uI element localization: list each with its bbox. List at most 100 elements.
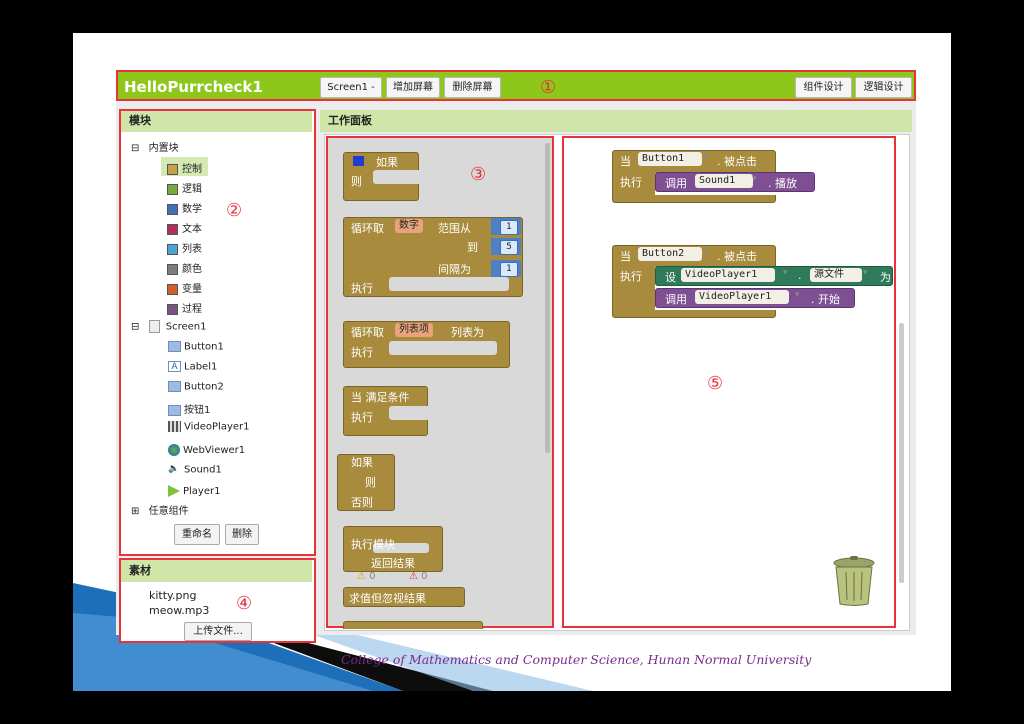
component-label: Sound1	[184, 464, 222, 476]
category-color-icon	[167, 163, 178, 175]
call-label: 调用	[665, 177, 687, 190]
to-label: 为	[880, 271, 891, 284]
builtin-category[interactable]: 变量	[167, 280, 202, 295]
label-icon: A	[168, 361, 181, 372]
builtin-category[interactable]: 控制	[167, 160, 202, 175]
while-label: 当 满足条件	[351, 391, 410, 404]
category-color-icon	[167, 263, 178, 275]
builtin-label: 内置块	[148, 143, 179, 154]
for-each-notch	[389, 341, 497, 355]
builtin-category[interactable]: 文本	[167, 220, 202, 235]
component-item[interactable]: Button1	[168, 341, 224, 353]
category-color-icon	[167, 223, 178, 235]
callout-number-1: ①	[540, 77, 557, 98]
warning-icon: ⚠	[357, 571, 366, 582]
partial-block[interactable]	[343, 621, 483, 629]
category-color-icon	[167, 303, 178, 315]
videoplayer-dropdown[interactable]: VideoPlayer1	[695, 290, 790, 304]
sound1-dropdown[interactable]: Sound1	[695, 174, 754, 188]
warning-indicator[interactable]: ⚠ 0	[357, 571, 376, 582]
do-label: 执行	[351, 346, 373, 359]
then-label: 则	[365, 476, 376, 489]
sound-icon: 🔈	[168, 464, 180, 474]
component-item[interactable]: Player1	[168, 485, 220, 497]
chevron-down-icon: ▾	[703, 247, 708, 257]
expand-icon[interactable]: ⊞	[131, 506, 139, 517]
collapse-icon[interactable]: ⊟	[131, 322, 139, 333]
builtin-category[interactable]: 数学	[167, 200, 202, 215]
delete-button[interactable]: 删除	[225, 524, 259, 545]
button1-dropdown[interactable]: Button1	[638, 152, 703, 166]
to-label: 到	[467, 241, 478, 254]
category-label: 变量	[182, 284, 202, 295]
button2-dropdown[interactable]: Button2	[638, 247, 703, 261]
slide: HelloPurrcheck1 Screen1 - 增加屏幕 删除屏幕 组件设计…	[73, 33, 951, 691]
callout-number-2: ②	[226, 200, 243, 221]
component-label: Button2	[184, 381, 224, 393]
for-range-notch	[389, 277, 509, 291]
do-label: 执行	[351, 411, 373, 424]
by-value[interactable]: 1	[500, 262, 518, 277]
callout-number-3: ③	[470, 164, 487, 185]
media-file[interactable]: kitty.png	[149, 589, 196, 602]
upload-button[interactable]: 上传文件...	[184, 622, 252, 641]
dot-label: .	[798, 269, 802, 282]
any-component-group[interactable]: ⊞ 任意组件	[131, 502, 189, 517]
any-component-label: 任意组件	[148, 506, 189, 517]
for-range-var[interactable]: 数字	[395, 219, 423, 233]
component-item[interactable]: WebViewer1	[168, 444, 245, 456]
for-range-label: 循环取	[351, 222, 384, 235]
chevron-down-icon: ▾	[795, 290, 800, 300]
globe-icon	[168, 444, 180, 456]
trash-icon[interactable]	[829, 555, 879, 607]
callout-box-1	[116, 70, 916, 101]
if-label: 如果	[376, 156, 398, 169]
from-value[interactable]: 1	[500, 220, 518, 235]
by-label: 间隔为	[438, 263, 471, 276]
category-label: 逻辑	[182, 184, 202, 195]
category-label: 文本	[182, 224, 202, 235]
builtin-category[interactable]: 逻辑	[167, 180, 202, 195]
component-item[interactable]: VideoPlayer1	[168, 421, 250, 433]
builtin-category[interactable]: 列表	[167, 240, 202, 255]
else-label: 否则	[351, 496, 373, 509]
callout-number-4: ④	[236, 593, 253, 614]
mutator-icon[interactable]	[353, 156, 364, 166]
play-icon	[168, 485, 180, 497]
rename-button[interactable]: 重命名	[174, 524, 220, 545]
screen-group[interactable]: ⊟ Screen1	[131, 320, 207, 333]
component-item[interactable]: Button2	[168, 381, 224, 393]
to-value[interactable]: 5	[500, 240, 518, 255]
for-each-var[interactable]: 列表项	[395, 323, 433, 337]
callout-number-5: ⑤	[707, 373, 724, 394]
then-label: 则	[351, 175, 362, 188]
category-label: 过程	[182, 304, 202, 315]
method-name: . 播放	[768, 177, 797, 190]
event-name: . 被点击	[717, 155, 757, 168]
error-indicator[interactable]: ⚠ 0	[409, 571, 428, 582]
property-dropdown[interactable]: 源文件	[810, 268, 862, 282]
chevron-down-icon: ▾	[863, 268, 868, 278]
warning-count: 0	[369, 571, 376, 582]
method-name: . 开始	[811, 293, 840, 306]
canvas-scrollbar[interactable]	[899, 323, 904, 583]
do-label: 执行模块	[351, 538, 395, 551]
videoplayer-dropdown[interactable]: VideoPlayer1	[681, 268, 776, 282]
builtin-category[interactable]: 过程	[167, 300, 202, 315]
component-label: WebViewer1	[183, 445, 246, 456]
component-item[interactable]: 按钮1	[168, 401, 210, 416]
button-icon	[168, 341, 181, 352]
while-notch	[389, 406, 435, 420]
component-label: 按钮1	[184, 405, 211, 416]
category-color-icon	[167, 243, 178, 255]
collapse-icon[interactable]: ⊟	[131, 143, 139, 154]
builtin-group[interactable]: ⊟ 内置块	[131, 139, 179, 154]
component-item[interactable]: A Label1	[168, 361, 217, 373]
if-then-notch	[373, 170, 423, 184]
return-label: 返回结果	[371, 557, 415, 570]
builtin-category[interactable]: 颜色	[167, 260, 202, 275]
set-label: 设	[665, 271, 676, 284]
media-file[interactable]: meow.mp3	[149, 604, 209, 617]
chevron-down-icon: ▾	[752, 174, 757, 184]
component-item[interactable]: 🔈 Sound1	[168, 464, 222, 476]
